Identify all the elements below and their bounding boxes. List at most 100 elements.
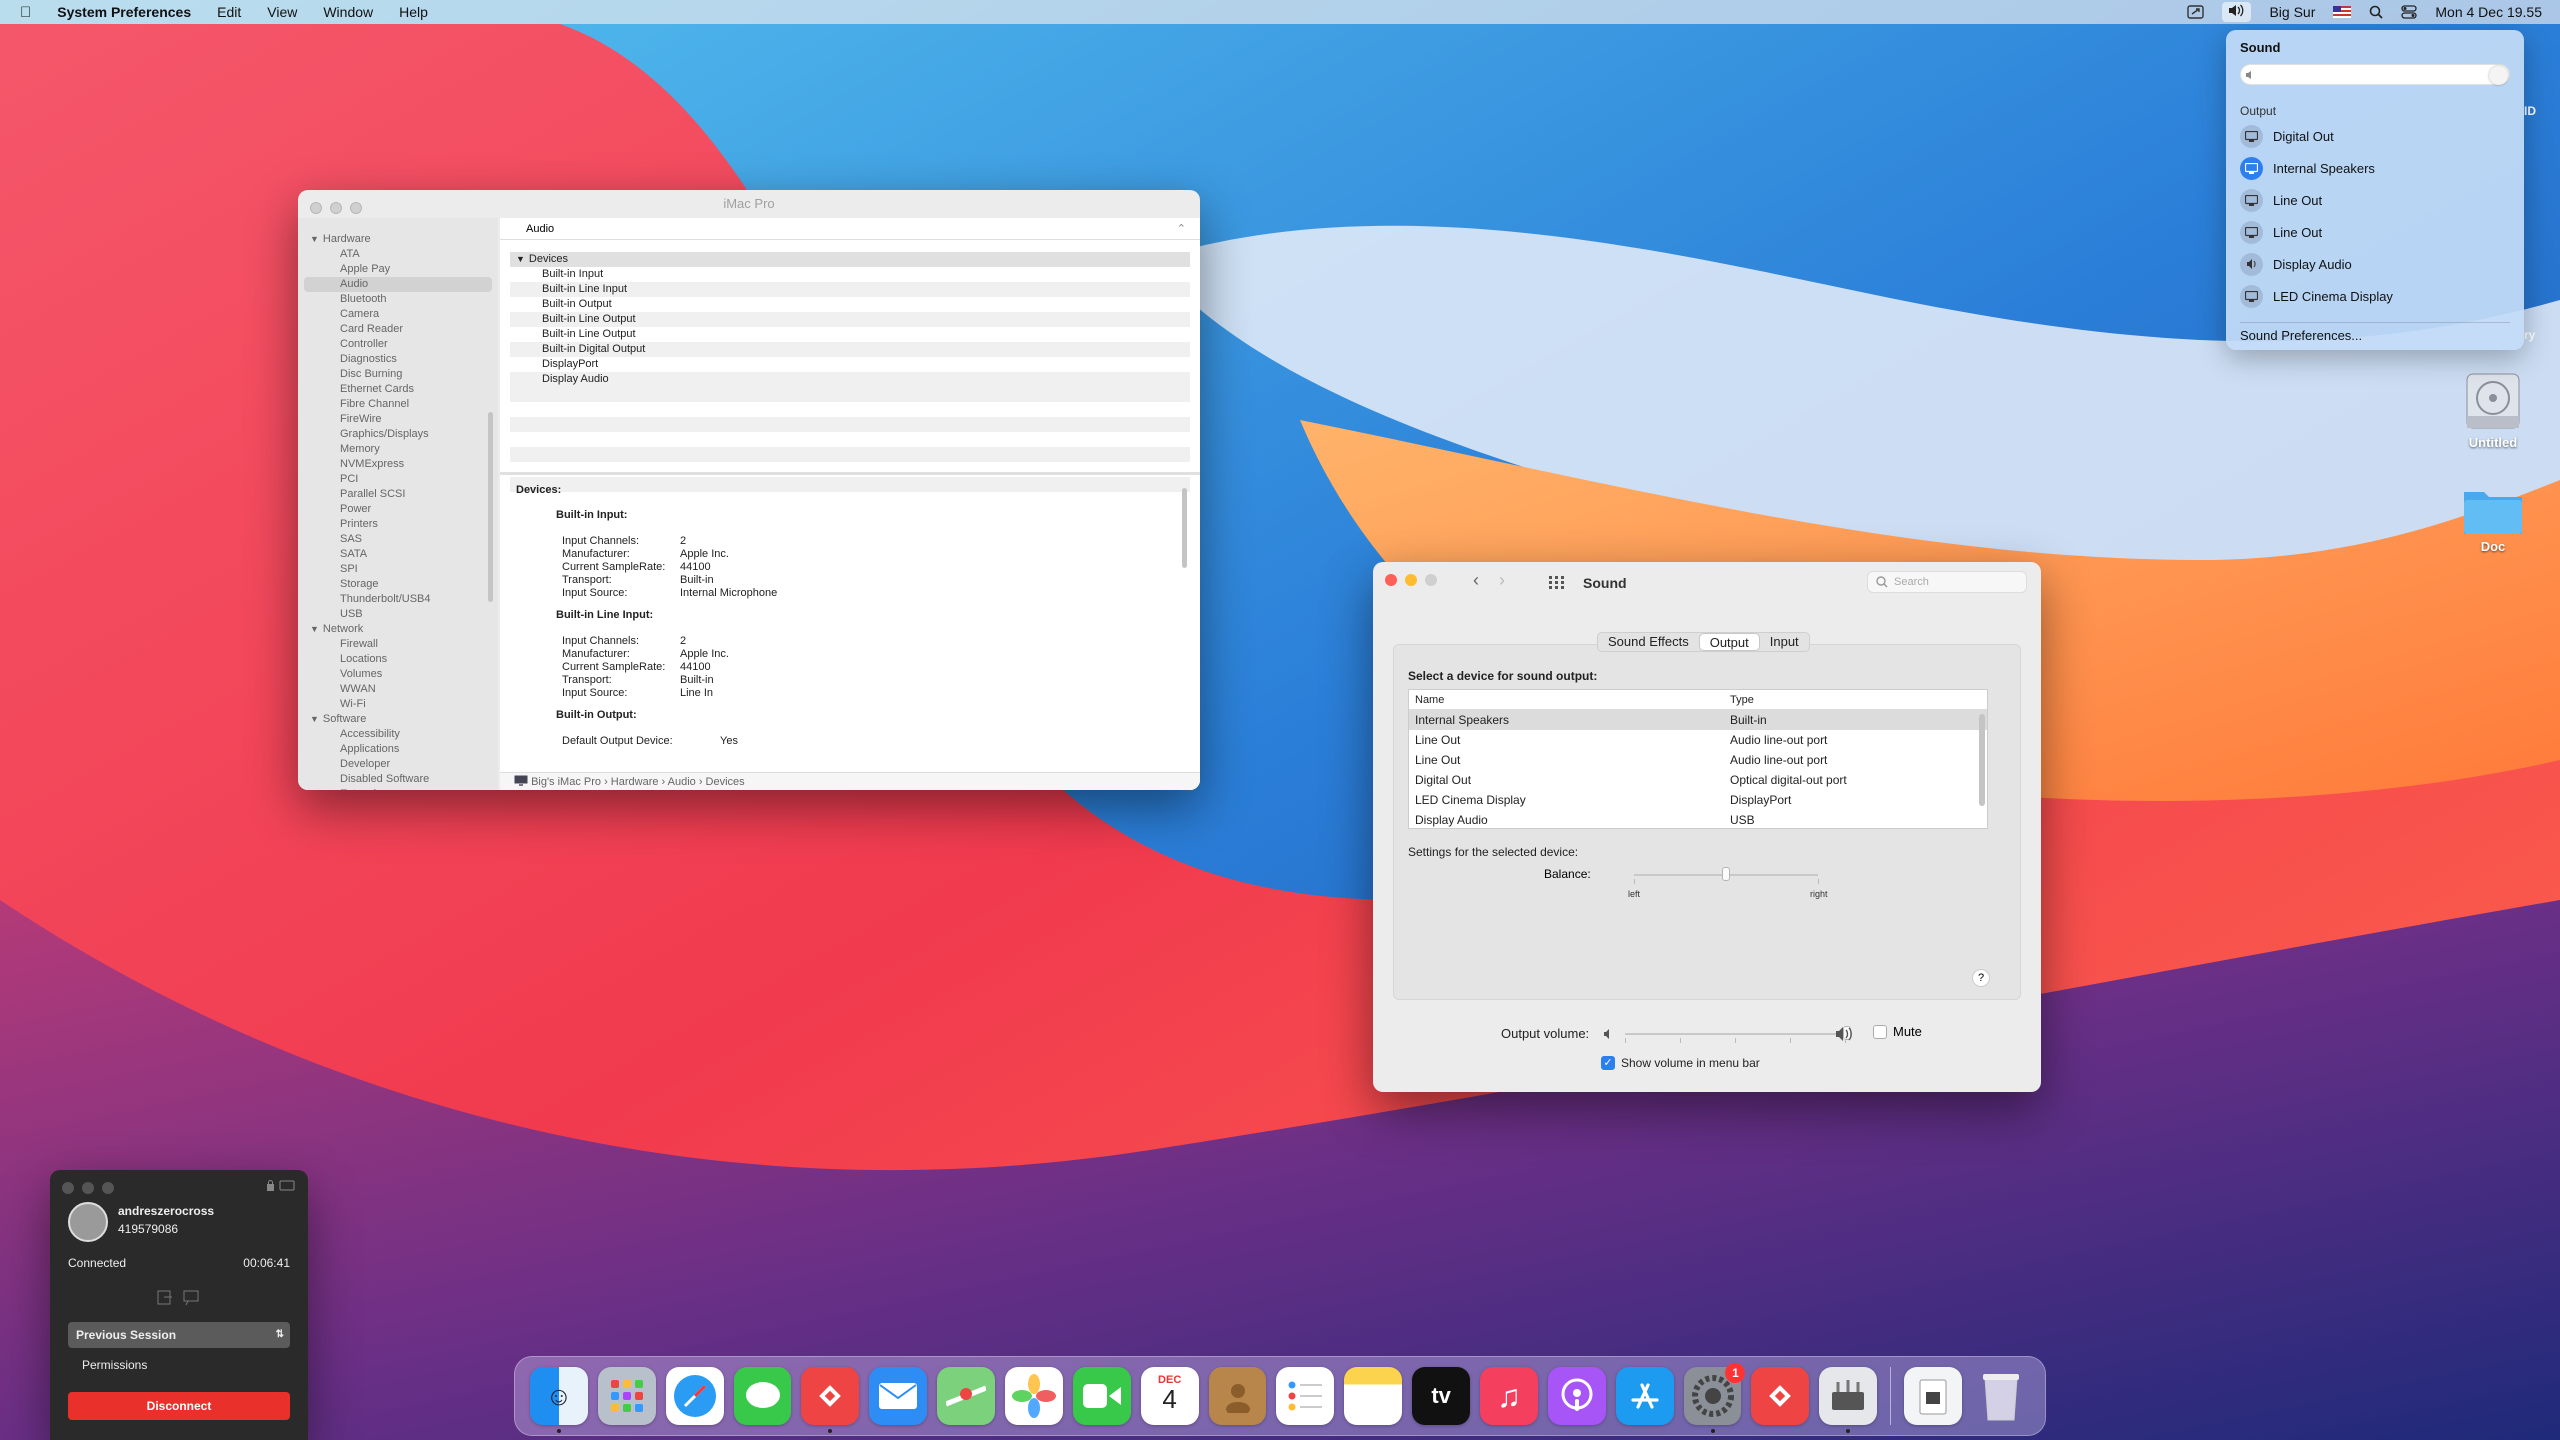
photos-icon[interactable]: [1005, 1367, 1063, 1425]
notes-icon[interactable]: [1344, 1367, 1403, 1425]
volume-slider-knob[interactable]: [2489, 66, 2508, 85]
calendar-icon[interactable]: DEC 4: [1140, 1367, 1199, 1425]
mail-icon[interactable]: [869, 1367, 928, 1425]
zoom-button[interactable]: [102, 1182, 114, 1194]
close-button[interactable]: [1385, 574, 1397, 586]
minimize-button[interactable]: [82, 1182, 94, 1194]
downloads-stack-icon[interactable]: [1904, 1367, 1963, 1425]
clock[interactable]: Mon 4 Dec 19.55: [2435, 4, 2542, 20]
sidebar-item[interactable]: Apple Pay: [298, 262, 498, 277]
disconnect-button[interactable]: Disconnect: [68, 1392, 290, 1420]
table-row[interactable]: Display Audio: [510, 372, 1190, 387]
column-header-name[interactable]: Name: [1409, 690, 1724, 709]
sidebar-item[interactable]: PCI: [298, 472, 498, 487]
sidebar-item[interactable]: Thunderbolt/USB4: [298, 592, 498, 607]
trash-icon[interactable]: [1972, 1367, 2030, 1425]
volume-slider[interactable]: [2240, 64, 2510, 85]
app-store-icon[interactable]: [1615, 1367, 1674, 1425]
mute-checkbox[interactable]: Mute: [1873, 1024, 1922, 1039]
sidebar-item[interactable]: Fibre Channel: [298, 397, 498, 412]
menu-app-name[interactable]: System Preferences: [57, 4, 191, 20]
sidebar-item[interactable]: Volumes: [298, 667, 498, 682]
sidebar-item[interactable]: SAS: [298, 532, 498, 547]
permissions-toggle[interactable]: Permissions: [82, 1358, 147, 1372]
sidebar-group-network[interactable]: ▼ Network: [298, 622, 498, 637]
screen-share-icon[interactable]: [2187, 5, 2205, 19]
spotlight-icon[interactable]: [2369, 5, 2384, 19]
sidebar-item[interactable]: Locations: [298, 652, 498, 667]
sidebar-item[interactable]: Disc Burning: [298, 367, 498, 382]
apple-tv-icon[interactable]: tv: [1412, 1367, 1471, 1425]
anydesk-doc-icon[interactable]: [1751, 1367, 1810, 1425]
sound-preferences-item[interactable]: Sound Preferences...: [2240, 328, 2362, 343]
table-scrollbar[interactable]: [1979, 714, 1985, 806]
desktop-item-untitled[interactable]: Untitled: [2448, 370, 2538, 450]
output-device-item[interactable]: Line Out: [2232, 216, 2520, 248]
finder-icon[interactable]: ☺: [530, 1367, 588, 1433]
music-icon[interactable]: ♫: [1480, 1367, 1538, 1425]
column-header-type[interactable]: Type: [1724, 690, 1754, 709]
system-preferences-icon[interactable]: 1: [1683, 1363, 1746, 1433]
table-row[interactable]: Built-in Input: [510, 267, 1190, 282]
show-all-grid-icon[interactable]: [1549, 576, 1565, 590]
sidebar-group-hardware[interactable]: ▼ Hardware: [298, 232, 498, 247]
sidebar-item[interactable]: Memory: [298, 442, 498, 457]
chevron-up-icon[interactable]: ⌃: [1177, 222, 1186, 235]
sidebar-item[interactable]: Wi-Fi: [298, 697, 498, 712]
menu-window[interactable]: Window: [323, 4, 373, 20]
zoom-button[interactable]: [1425, 574, 1437, 586]
sidebar-scrollbar[interactable]: [488, 412, 493, 602]
session-select[interactable]: Previous Session ⇅: [68, 1322, 290, 1348]
sidebar-item[interactable]: NVMExpress: [298, 457, 498, 472]
forward-arrow-icon[interactable]: ›: [1499, 570, 1505, 591]
control-center-icon[interactable]: [2401, 5, 2418, 19]
safari-icon[interactable]: [665, 1367, 724, 1425]
output-device-item[interactable]: Line Out: [2232, 184, 2520, 216]
contacts-icon[interactable]: [1208, 1367, 1267, 1425]
anydesk-icon[interactable]: [801, 1367, 860, 1433]
sidebar-item[interactable]: Audio: [304, 277, 492, 292]
close-button[interactable]: [62, 1182, 74, 1194]
sidebar-item[interactable]: Disabled Software: [298, 772, 498, 787]
split-divider[interactable]: [500, 472, 1200, 475]
sidebar-item[interactable]: Applications: [298, 742, 498, 757]
disclosure-triangle-icon[interactable]: ▼: [310, 624, 319, 634]
disclosure-triangle-icon[interactable]: ▼: [516, 254, 525, 264]
apple-menu-icon[interactable]: : [20, 4, 31, 21]
mute-checkbox-box[interactable]: [1873, 1024, 1887, 1039]
table-row[interactable]: Built-in Line Output: [510, 312, 1190, 327]
table-row[interactable]: Built-in Digital Output: [510, 342, 1190, 357]
minimize-button[interactable]: [1405, 574, 1417, 586]
balance-slider-thumb[interactable]: [1722, 867, 1730, 881]
us-flag-icon[interactable]: [2333, 6, 2352, 18]
back-arrow-icon[interactable]: ‹: [1473, 570, 1479, 591]
search-field[interactable]: Search: [1867, 571, 2027, 593]
sidebar-item[interactable]: ATA: [298, 247, 498, 262]
podcasts-icon[interactable]: [1547, 1367, 1606, 1425]
facetime-icon[interactable]: [1072, 1367, 1131, 1425]
menu-help[interactable]: Help: [399, 4, 428, 20]
menu-edit[interactable]: Edit: [217, 4, 241, 20]
sidebar-item[interactable]: Graphics/Displays: [298, 427, 498, 442]
system-information-icon[interactable]: [1819, 1367, 1878, 1433]
maps-icon[interactable]: [937, 1367, 996, 1425]
show-volume-checkbox-box[interactable]: ✓: [1601, 1056, 1615, 1070]
output-device-item[interactable]: LED Cinema Display: [2232, 280, 2520, 312]
device-row[interactable]: Display Audio USB: [1409, 810, 1987, 828]
file-transfer-chat-icon[interactable]: [156, 1288, 202, 1306]
volume-menu-icon[interactable]: [2222, 2, 2252, 22]
reminders-icon[interactable]: [1276, 1367, 1335, 1425]
sidebar-group-software[interactable]: ▼ Software: [298, 712, 498, 727]
table-row[interactable]: Built-in Output: [510, 297, 1190, 312]
device-row[interactable]: Line Out Audio line-out port: [1409, 750, 1987, 770]
lock-chat-icon[interactable]: [266, 1180, 296, 1192]
launchpad-icon[interactable]: [597, 1367, 656, 1425]
sidebar-item[interactable]: Developer: [298, 757, 498, 772]
sidebar-item[interactable]: Card Reader: [298, 322, 498, 337]
devices-group-row[interactable]: ▼ Devices: [510, 252, 1190, 267]
table-row[interactable]: Built-in Line Output: [510, 327, 1190, 342]
table-row[interactable]: DisplayPort: [510, 357, 1190, 372]
sidebar-item[interactable]: Power: [298, 502, 498, 517]
sidebar-item[interactable]: Camera: [298, 307, 498, 322]
sidebar-item[interactable]: Controller: [298, 337, 498, 352]
